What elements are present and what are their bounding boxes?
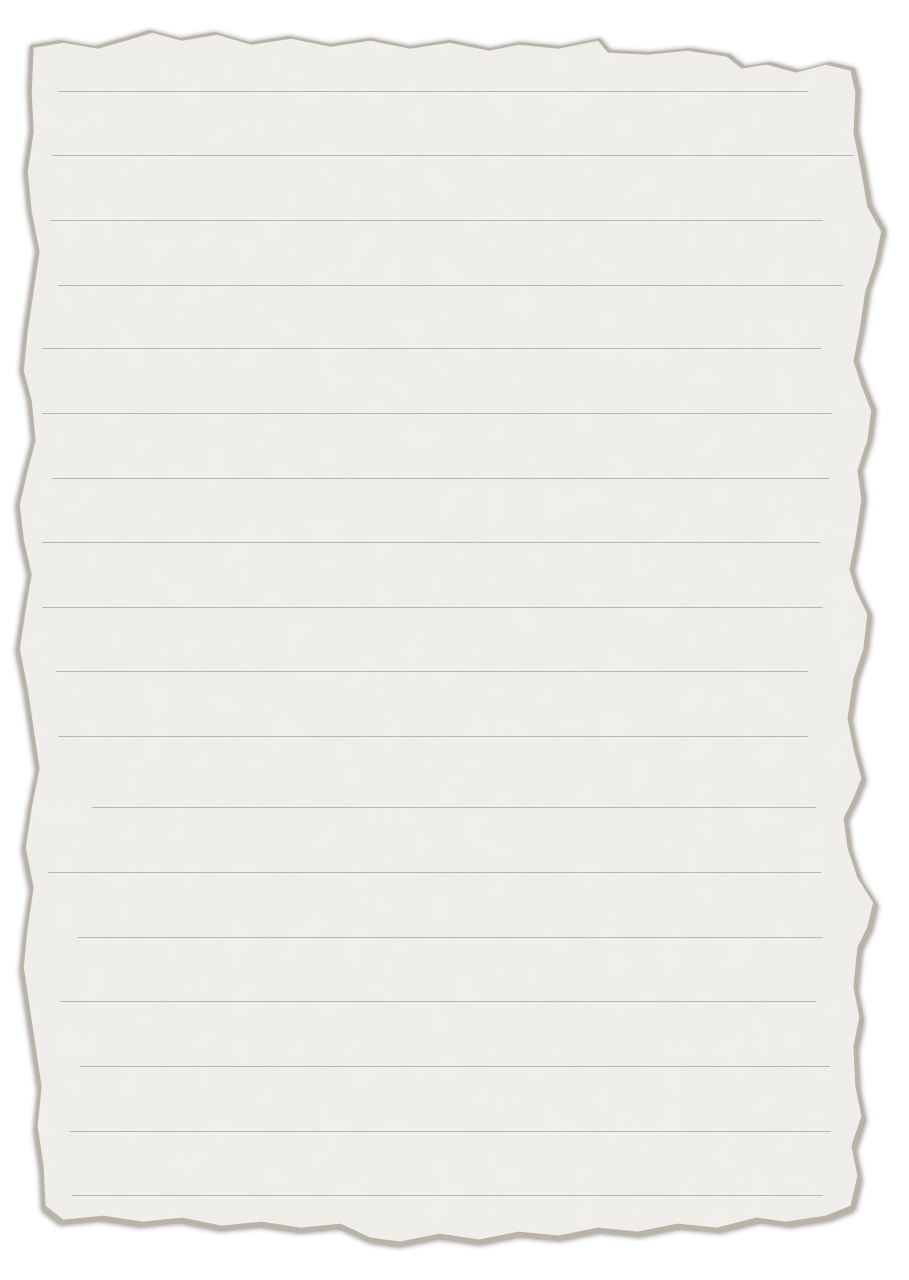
paper-texture: [16, 30, 886, 1246]
torn-paper-sheet: [16, 30, 886, 1246]
page-canvas: [0, 0, 909, 1280]
